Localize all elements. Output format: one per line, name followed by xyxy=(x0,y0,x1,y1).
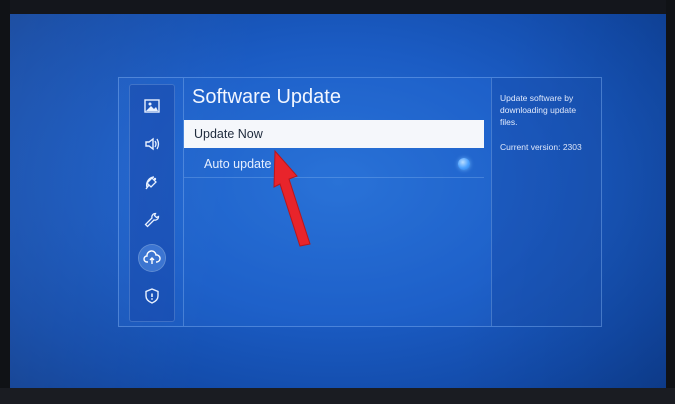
general-settings-icon[interactable] xyxy=(139,207,165,233)
broadcasting-icon[interactable] xyxy=(139,169,165,195)
tv-bezel-right xyxy=(666,0,675,404)
tv-bezel-top xyxy=(0,0,675,14)
tv-bezel-left xyxy=(0,0,10,404)
support-icon[interactable] xyxy=(139,245,165,271)
settings-sidebar xyxy=(129,84,175,322)
privacy-icon[interactable] xyxy=(139,283,165,309)
auto-update-label: Auto update xyxy=(204,157,272,171)
picture-icon[interactable] xyxy=(139,93,165,119)
tv-screen: Software Update Update Now Auto update U… xyxy=(10,14,666,388)
current-version: Current version: 2303 xyxy=(500,142,582,152)
update-now-item[interactable]: Update Now xyxy=(184,120,484,148)
help-description: Update software by downloading update fi… xyxy=(500,93,577,127)
page-title: Software Update xyxy=(192,86,341,108)
tv-bezel-bottom xyxy=(0,388,675,404)
auto-update-item[interactable]: Auto update xyxy=(184,150,484,178)
sound-icon[interactable] xyxy=(139,131,165,157)
auto-update-toggle[interactable] xyxy=(458,158,470,170)
help-panel: Update software by downloading update fi… xyxy=(491,78,601,326)
software-update-menu: Software Update Update Now Auto update xyxy=(183,78,488,326)
settings-panel: Software Update Update Now Auto update U… xyxy=(118,77,602,327)
